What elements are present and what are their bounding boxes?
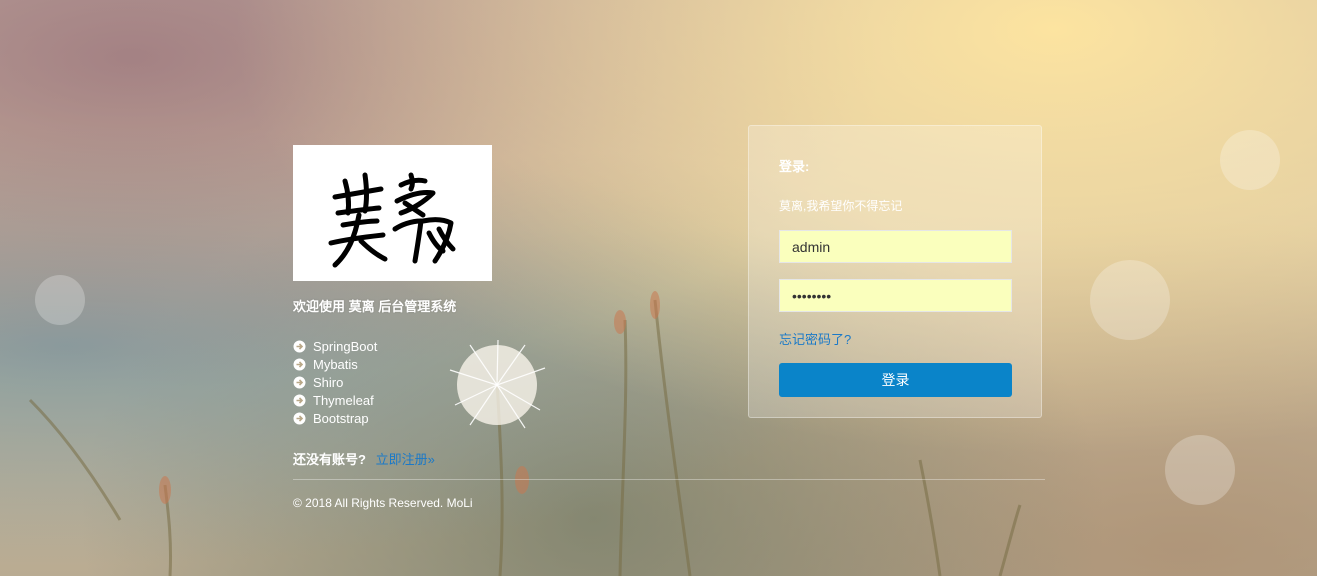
tech-item: Shiro (293, 373, 613, 391)
password-input[interactable] (779, 279, 1012, 312)
copyright: © 2018 All Rights Reserved. MoLi (293, 496, 473, 510)
arrow-circle-icon (293, 340, 306, 352)
tech-item: Mybatis (293, 355, 613, 373)
logo (293, 145, 492, 281)
tech-item: Thymeleaf (293, 391, 613, 409)
login-button[interactable]: 登录 (779, 363, 1012, 397)
welcome-heading: 欢迎使用 莫离 后台管理系统 (293, 299, 457, 314)
username-input[interactable] (779, 230, 1012, 263)
arrow-circle-icon (293, 376, 306, 388)
calligraphy-logo (328, 172, 456, 268)
tech-item-label: Shiro (313, 374, 344, 390)
register-prompt: 还没有账号? (293, 452, 366, 467)
intro-section: 欢迎使用 莫离 后台管理系统 SpringBoot Mybatis Shiro … (293, 145, 613, 468)
login-panel: 登录: 莫离,我希望你不得忘记 忘记密码了? 登录 (748, 125, 1042, 418)
forgot-password-link[interactable]: 忘记密码了? (779, 329, 851, 348)
tech-list: SpringBoot Mybatis Shiro Thymeleaf Boots… (293, 337, 613, 427)
divider (293, 479, 1045, 480)
tech-item: Bootstrap (293, 409, 613, 427)
arrow-circle-icon (293, 358, 306, 370)
tech-item-label: SpringBoot (313, 338, 378, 354)
login-subtitle: 莫离,我希望你不得忘记 (779, 199, 903, 213)
tech-item: SpringBoot (293, 337, 613, 355)
tech-item-label: Thymeleaf (313, 392, 374, 408)
arrow-circle-icon (293, 394, 306, 406)
background-image (28, 130, 1280, 576)
tech-item-label: Bootstrap (313, 410, 369, 426)
arrow-circle-icon (293, 412, 306, 424)
login-title: 登录: (779, 159, 810, 174)
register-row: 还没有账号? 立即注册» (293, 449, 613, 468)
register-link[interactable]: 立即注册» (376, 452, 435, 467)
tech-item-label: Mybatis (313, 356, 358, 372)
